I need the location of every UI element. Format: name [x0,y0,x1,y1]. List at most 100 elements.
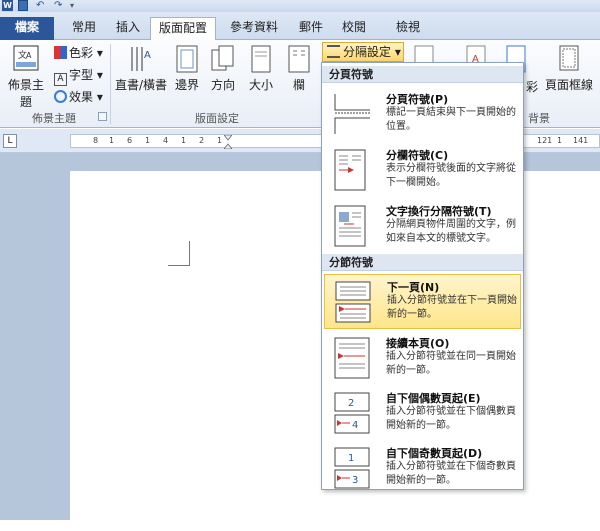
theme-colors-label: 色彩 [69,46,94,60]
save-icon[interactable] [18,0,28,11]
menu-item-even-page[interactable]: 2 4 自下個偶數頁起(E) 插入分節符號並在下個偶數頁開始新的一節。 [324,386,521,441]
tab-insert[interactable]: 插入 [110,17,146,40]
menu-item-column-break[interactable]: 分欄符號(C) 表示分欄符號後面的文字將從下一欄開始。 [324,143,521,198]
menu-item-description: 分隔網頁物件周圍的文字，例如來自本文的標號文字。 [386,219,516,244]
themes-icon: 文A [13,45,39,71]
theme-fonts-button[interactable]: A 字型 ▾ [54,66,103,86]
page-borders-label: 頁面框線 [544,78,593,92]
menu-item-page-break[interactable]: 分頁符號(P) 標記一頁結束與下一頁開始的位置。 [324,87,521,142]
svg-text:A: A [144,50,151,61]
tab-file[interactable]: 檔案 [0,17,54,40]
page-size-icon [251,45,271,73]
menu-item-next-page[interactable]: 下一頁(N) 插入分節符號並在下一頁開始新的一節。 [324,274,521,329]
menu-item-odd-page[interactable]: 1 3 自下個奇數頁起(D) 插入分節符號並在下個奇數頁開始新的一節。 [324,441,521,496]
page-borders-icon [559,45,579,71]
columns-label: 欄 [292,78,305,92]
even-page-break-icon: 2 4 [334,392,370,434]
menu-item-title: 文字換行分隔符號(T) [386,205,492,218]
tab-review[interactable]: 校閱 [334,17,374,40]
tab-view[interactable]: 檢視 [388,17,428,40]
ruler-tick: 141 [573,136,589,145]
quick-access-dropdown-icon[interactable]: ▾ [70,0,80,11]
next-page-break-icon [335,281,371,323]
text-direction-icon: A [131,47,151,71]
menu-item-title: 分欄符號(C) [386,149,449,162]
menu-item-description: 插入分節符號並在下個偶數頁開始新的一節。 [386,406,516,431]
margins-button[interactable]: 邊界 [172,44,202,93]
orientation-button[interactable]: 方向 [208,44,238,93]
ruler-tick: 6 [127,136,133,145]
text-wrapping-break-icon [334,205,366,247]
section-head-page-breaks: 分頁符號 [322,66,523,83]
themes-button[interactable]: 文A 佈景主題 [4,44,48,110]
svg-text:2: 2 [348,398,354,409]
text-direction-button[interactable]: A 直書/橫書 [114,44,168,93]
columns-button[interactable]: 欄 [284,44,314,93]
page-borders-button[interactable]: 頁面框線 [540,44,598,93]
page-color-label-fragment: 彩 [526,80,539,94]
theme-colors-button[interactable]: 色彩 ▾ [54,44,103,62]
group-separator [110,44,111,124]
continuous-break-icon [334,337,370,379]
tab-home[interactable]: 常用 [62,17,106,40]
size-label: 大小 [248,78,273,92]
ruler-tick: 1 [181,136,187,145]
ruler-tick: 1 [557,136,563,145]
themes-group-label: 佈景主題 [32,112,76,125]
breaks-icon [327,45,340,58]
page-background-group-label: 背景 [528,112,550,125]
tab-page-layout[interactable]: 版面配置 [150,17,216,41]
breaks-label: 分隔設定 [343,45,392,59]
theme-effects-button[interactable]: 效果 ▾ [54,88,103,106]
ruler-tick: 8 [93,136,99,145]
effects-icon [54,90,67,103]
column-break-icon [334,149,366,191]
theme-fonts-label: 字型 [69,68,94,82]
odd-page-break-icon: 1 3 [334,447,370,489]
font-a-icon: A [54,73,67,86]
menu-item-title: 接續本頁(O) [386,337,450,350]
ruler-tick: 2 [199,136,205,145]
size-button[interactable]: 大小 [244,44,278,93]
columns-icon [288,45,310,73]
svg-text:4: 4 [352,420,358,431]
menu-item-description: 表示分欄符號後面的文字將從下一欄開始。 [386,163,516,188]
theme-effects-label: 效果 [69,90,94,104]
breaks-dropdown-menu: 分頁符號 分頁符號(P) 標記一頁結束與下一頁開始的位置。 分欄符號(C) 表示… [321,62,524,490]
menu-item-description: 插入分節符號並在下一頁開始新的一節。 [387,295,517,320]
tab-mailings[interactable]: 郵件 [292,17,330,40]
svg-text:1: 1 [348,453,354,464]
menu-item-description: 標記一頁結束與下一頁開始的位置。 [386,107,516,132]
section-head-section-breaks: 分節符號 [322,254,523,271]
margins-label: 邊界 [174,78,199,92]
ruler-tick: 4 [163,136,169,145]
undo-icon[interactable]: ↶ [36,0,50,11]
svg-text:3: 3 [352,475,358,486]
indent-marker-icon[interactable] [224,135,232,149]
menu-item-title: 自下個奇數頁起(D) [386,447,483,460]
palette-icon [54,46,67,59]
menu-item-description: 插入分節符號並在下個奇數頁開始新的一節。 [386,461,516,486]
ribbon-tabs: 檔案 常用 插入 版面配置 參考資料 郵件 校閱 檢視 [0,12,600,41]
menu-item-text-wrapping-break[interactable]: 文字換行分隔符號(T) 分隔網頁物件周圍的文字，例如來自本文的標號文字。 [324,199,521,254]
svg-text:A: A [26,51,32,60]
menu-item-title: 下一頁(N) [387,281,440,294]
tab-references[interactable]: 參考資料 [222,17,286,40]
themes-label: 佈景主題 [7,78,44,109]
page-setup-group-label: 版面設定 [195,112,239,125]
tab-selector-icon[interactable]: L [3,134,17,148]
redo-icon[interactable]: ↷ [54,0,68,11]
ruler-tick: 1 [217,136,223,145]
themes-group-launcher-icon[interactable] [98,112,107,121]
menu-item-description: 插入分節符號並在同一頁開始新的一節。 [386,351,516,376]
menu-item-title: 自下個偶數頁起(E) [386,392,481,405]
margins-icon [176,45,198,73]
menu-item-continuous[interactable]: 接續本頁(O) 插入分節符號並在同一頁開始新的一節。 [324,331,521,386]
ruler-tick: 121 [537,136,553,145]
text-direction-label: 直書/橫書 [114,78,168,92]
margin-crop-mark [168,241,190,266]
ruler-tick: 1 [109,136,115,145]
breaks-button[interactable]: 分隔設定 ▾ [322,42,404,62]
word-app-icon[interactable]: W [2,0,13,11]
orientation-label: 方向 [210,78,235,92]
